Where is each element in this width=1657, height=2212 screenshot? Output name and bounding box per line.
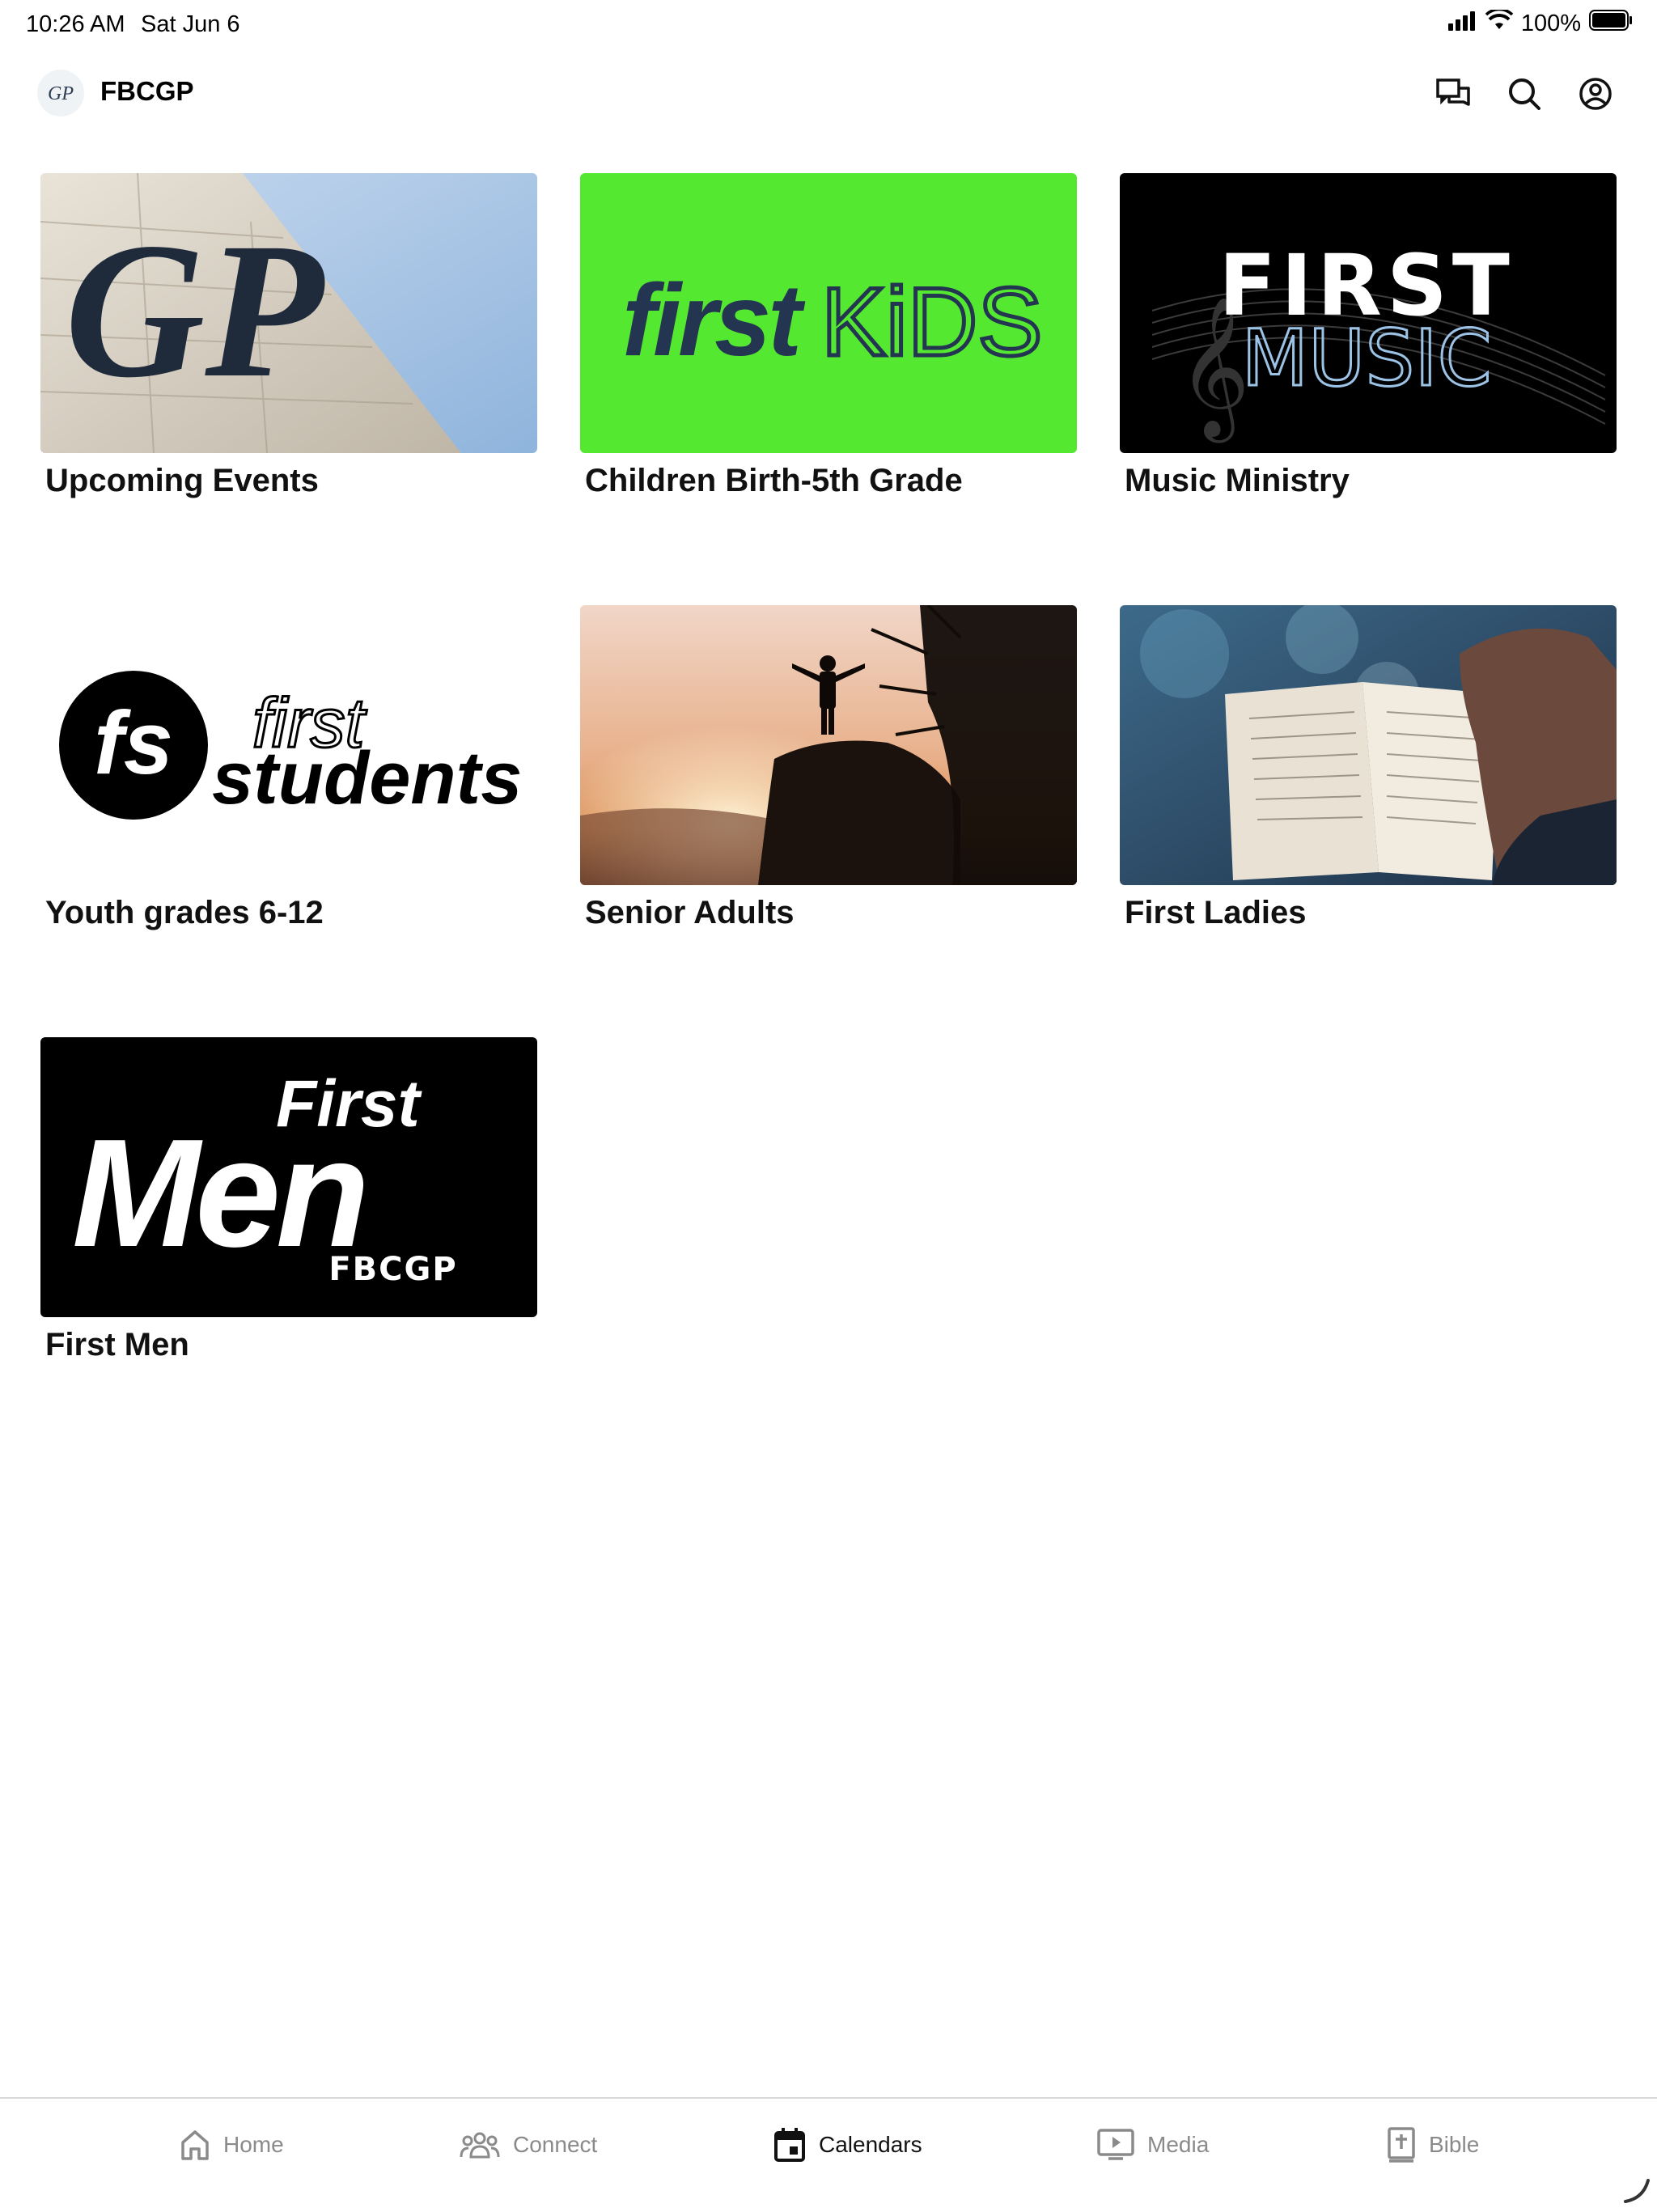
tab-bible-label: Bible <box>1429 2132 1480 2157</box>
card-youth[interactable]: fs first students Youth grades 6-12 <box>40 605 537 931</box>
wifi-icon <box>1485 7 1514 37</box>
tab-media[interactable]: Media <box>1097 2123 1209 2167</box>
upcoming-events-logo-text: GP <box>65 202 325 417</box>
account-icon <box>1579 78 1612 110</box>
tab-connect[interactable]: Connect <box>460 2123 597 2167</box>
tab-calendars[interactable]: Calendars <box>773 2123 922 2167</box>
card-upcoming-events[interactable]: GP Upcoming Events <box>40 173 537 499</box>
card-image: First Men FBCGP <box>40 1037 537 1317</box>
card-image <box>1120 605 1617 885</box>
messages-button[interactable] <box>1430 71 1476 117</box>
card-image <box>580 605 1077 885</box>
play-icon <box>1097 2129 1134 2160</box>
status-indicators: 100% <box>1447 7 1633 37</box>
card-label: Upcoming Events <box>45 463 319 498</box>
bible-icon <box>1388 2127 1415 2163</box>
card-first-men[interactable]: First Men FBCGP First Men <box>40 1037 537 1363</box>
battery-icon <box>1589 10 1633 37</box>
home-icon <box>181 2130 209 2160</box>
chat-icon <box>1436 78 1470 106</box>
search-icon <box>1509 78 1540 110</box>
status-date: Sat Jun 6 <box>141 11 240 37</box>
card-label: Youth grades 6-12 <box>45 895 324 930</box>
tab-calendars-label: Calendars <box>819 2132 922 2157</box>
tab-bible[interactable]: Bible <box>1387 2123 1479 2167</box>
app-title: FBCGP <box>100 76 194 106</box>
search-button[interactable] <box>1502 71 1547 117</box>
tab-home-label: Home <box>223 2132 284 2157</box>
app-logo: GP <box>37 70 84 117</box>
card-senior-adults[interactable]: Senior Adults <box>580 605 1077 931</box>
card-label: First Men <box>45 1327 189 1362</box>
first-men-text-3: FBCGP <box>328 1251 457 1288</box>
battery-percent: 100% <box>1520 10 1581 36</box>
calendar-icon <box>774 2128 805 2162</box>
logo-text: GP <box>48 83 74 104</box>
card-label: Senior Adults <box>585 895 795 930</box>
first-men-text-2: Men <box>72 1108 365 1279</box>
signal-icon <box>1447 11 1477 37</box>
fs-monogram-text: fs <box>94 693 173 793</box>
card-image: 𝄞 FIRST MUSIC <box>1120 173 1617 453</box>
tab-media-label: Media <box>1147 2132 1210 2157</box>
tab-home[interactable]: Home <box>180 2123 284 2167</box>
resize-handle-icon <box>1624 2179 1650 2203</box>
tab-connect-label: Connect <box>513 2132 598 2157</box>
card-music-ministry[interactable]: 𝄞 FIRST MUSIC Music Ministry <box>1120 173 1617 499</box>
status-time: 10:26 AM <box>26 11 125 37</box>
card-image: fs first students <box>40 605 537 885</box>
people-icon <box>460 2132 500 2159</box>
card-image: first KiDS <box>580 173 1077 453</box>
first-kids-text-1: first <box>622 263 806 377</box>
profile-button[interactable] <box>1573 71 1618 117</box>
card-label: Children Birth-5th Grade <box>585 463 963 498</box>
music-text-2: MUSIC <box>1241 313 1491 404</box>
card-image: GP <box>40 173 537 453</box>
first-students-text-2: students <box>212 737 522 820</box>
card-children[interactable]: first KiDS Children Birth-5th Grade <box>580 173 1077 499</box>
card-first-ladies[interactable]: First Ladies <box>1120 605 1617 931</box>
first-kids-text-2: KiDS <box>821 268 1042 376</box>
tab-bar: Home Connect Calendars Media Bible <box>0 2097 1657 2212</box>
card-label: First Ladies <box>1125 895 1307 930</box>
card-label: Music Ministry <box>1125 463 1350 498</box>
